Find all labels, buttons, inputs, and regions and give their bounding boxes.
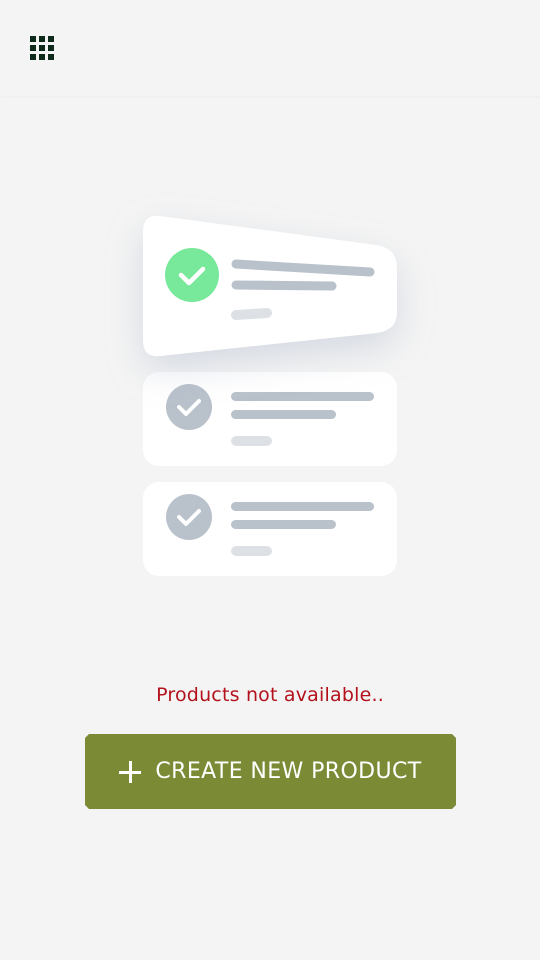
checklist-card-tertiary [143,482,397,576]
create-new-product-button[interactable]: CREATE NEW PRODUCT [85,734,456,809]
apps-grid-icon [30,36,54,60]
top-bar [0,0,540,96]
empty-state-message: Products not available.. [156,684,384,706]
check-icon-inactive [166,494,212,540]
check-icon-active [165,248,219,302]
checklist-card-secondary [143,372,397,466]
create-button-label: CREATE NEW PRODUCT [155,759,422,784]
plus-icon [119,761,141,783]
apps-menu-button[interactable] [22,28,62,68]
check-icon-inactive [166,384,212,430]
checklist-cards-illustration [143,215,397,576]
